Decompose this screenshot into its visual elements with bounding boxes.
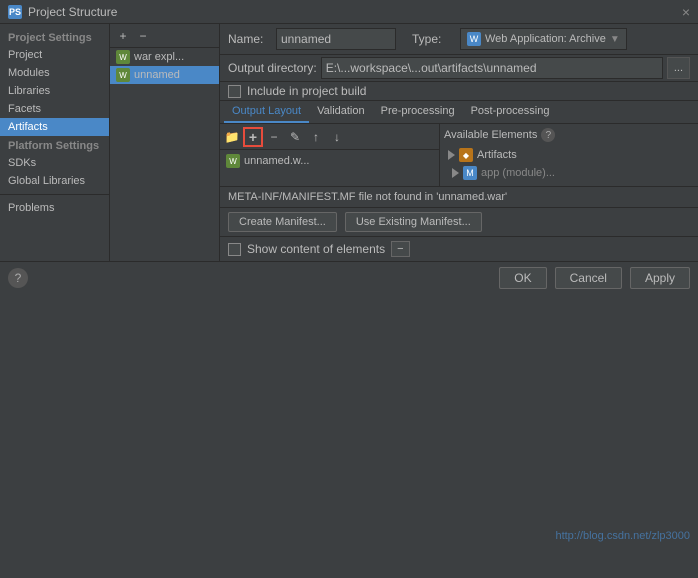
ok-button[interactable]: OK xyxy=(499,267,546,289)
platform-settings-title: Platform Settings xyxy=(0,136,109,154)
close-button[interactable]: × xyxy=(682,5,690,19)
title-bar: PS Project Structure × xyxy=(0,0,698,24)
tab-validation[interactable]: Validation xyxy=(309,101,373,123)
app-module-icon: M xyxy=(463,166,477,180)
sidebar-item-libraries[interactable]: Libraries xyxy=(0,82,109,100)
output-area: 📁 + − ✎ ↑ ↓ W unnamed.w... xyxy=(220,124,698,186)
show-content-label: Show content of elements xyxy=(247,242,385,256)
project-settings-title: Project Settings xyxy=(0,28,109,46)
available-elements-panel: Available Elements ? ◆ Artifacts M app (… xyxy=(440,124,698,186)
artifacts-expand-icon xyxy=(448,150,455,160)
watermark: http://blog.csdn.net/zlp3000 xyxy=(555,530,690,542)
warning-row: META-INF/MANIFEST.MF file not found in '… xyxy=(220,186,698,207)
bottom-bar: ? OK Cancel Apply xyxy=(0,261,698,293)
sidebar-item-problems[interactable]: Problems xyxy=(0,199,109,217)
app-icon: PS xyxy=(8,5,22,19)
apply-button[interactable]: Apply xyxy=(630,267,690,289)
title-bar-text: Project Structure xyxy=(28,5,117,19)
type-value: Web Application: Archive xyxy=(485,33,606,45)
type-dropdown[interactable]: W Web Application: Archive ▼ xyxy=(460,28,627,50)
cancel-button[interactable]: Cancel xyxy=(555,267,622,289)
sidebar-item-global-libraries[interactable]: Global Libraries xyxy=(0,172,109,190)
output-remove-btn[interactable]: − xyxy=(264,127,284,147)
output-files-list: W unnamed.w... xyxy=(220,150,439,186)
tab-output-layout[interactable]: Output Layout xyxy=(224,101,309,123)
sidebar-item-modules[interactable]: Modules xyxy=(0,64,109,82)
name-type-row: Name: Type: W Web Application: Archive ▼ xyxy=(220,24,698,55)
type-icon: W xyxy=(467,32,481,46)
artifacts-icon: ◆ xyxy=(459,148,473,162)
tab-preprocessing[interactable]: Pre-processing xyxy=(373,101,463,123)
output-dir-row: Output directory: ... xyxy=(220,55,698,82)
output-up-btn[interactable]: ↑ xyxy=(306,127,326,147)
war-exploded-icon: W xyxy=(116,50,130,64)
output-edit-btn[interactable]: ✎ xyxy=(285,127,305,147)
output-add-btn[interactable]: + xyxy=(243,127,263,147)
browse-button[interactable]: ... xyxy=(667,57,690,79)
include-checkbox[interactable] xyxy=(228,85,241,98)
unnamed-icon: W xyxy=(116,68,130,82)
avail-artifacts-label: Artifacts xyxy=(477,149,517,161)
show-content-row: Show content of elements − xyxy=(220,236,698,261)
tabs-row: Output Layout Validation Pre-processing … xyxy=(220,101,698,124)
available-elements-header: Available Elements ? xyxy=(444,128,694,142)
artifacts-tree: + − W war expl... W unnamed xyxy=(110,24,220,261)
include-label: Include in project build xyxy=(247,84,366,98)
avail-item-app-module[interactable]: M app (module)... xyxy=(444,164,694,182)
tab-postprocessing[interactable]: Post-processing xyxy=(463,101,558,123)
main-panel: Project Settings Project Modules Librari… xyxy=(0,24,698,261)
tree-toolbar: + − xyxy=(110,24,219,48)
remove-artifact-button[interactable]: − xyxy=(134,27,152,45)
war-file-label: unnamed.w... xyxy=(244,155,309,167)
add-artifact-button[interactable]: + xyxy=(114,27,132,45)
app-module-expand-icon xyxy=(452,168,459,178)
name-input[interactable] xyxy=(276,28,396,50)
sidebar-item-project[interactable]: Project xyxy=(0,46,109,64)
left-sidebar: Project Settings Project Modules Librari… xyxy=(0,24,110,261)
output-down-btn[interactable]: ↓ xyxy=(327,127,347,147)
include-row: Include in project build xyxy=(220,82,698,101)
tree-item-unnamed[interactable]: W unnamed xyxy=(110,66,219,84)
show-content-collapse-btn[interactable]: − xyxy=(391,241,409,257)
output-toolbar: 📁 + − ✎ ↑ ↓ xyxy=(220,124,439,150)
avail-item-artifacts[interactable]: ◆ Artifacts xyxy=(444,146,694,164)
avail-app-module-label: app (module)... xyxy=(481,167,555,179)
available-elements-help[interactable]: ? xyxy=(541,128,555,142)
output-dir-input[interactable] xyxy=(321,57,663,79)
tree-item-war-exploded[interactable]: W war expl... xyxy=(110,48,219,66)
show-content-checkbox[interactable] xyxy=(228,243,241,256)
type-dropdown-arrow: ▼ xyxy=(610,34,620,45)
avail-header-label: Available Elements xyxy=(444,129,537,141)
type-label: Type: xyxy=(412,32,452,46)
output-folder-btn[interactable]: 📁 xyxy=(222,127,242,147)
sidebar-item-artifacts[interactable]: Artifacts xyxy=(0,118,109,136)
war-file-icon: W xyxy=(226,154,240,168)
sidebar-item-facets[interactable]: Facets xyxy=(0,100,109,118)
create-manifest-button[interactable]: Create Manifest... xyxy=(228,212,337,232)
warning-text: META-INF/MANIFEST.MF file not found in '… xyxy=(228,191,507,203)
use-existing-manifest-button[interactable]: Use Existing Manifest... xyxy=(345,212,482,232)
bottom-right-buttons: OK Cancel Apply xyxy=(499,267,690,289)
help-button[interactable]: ? xyxy=(8,268,28,288)
inner-layout: + − W war expl... W unnamed Name: Type: … xyxy=(110,24,698,261)
unnamed-label: unnamed xyxy=(134,69,180,81)
name-label: Name: xyxy=(228,32,268,46)
output-file-unnamed-war[interactable]: W unnamed.w... xyxy=(222,152,437,170)
manifest-row: Create Manifest... Use Existing Manifest… xyxy=(220,207,698,236)
sidebar-item-sdks[interactable]: SDKs xyxy=(0,154,109,172)
tree-item-label: war expl... xyxy=(134,51,184,63)
details-panel: Name: Type: W Web Application: Archive ▼… xyxy=(220,24,698,261)
output-dir-label: Output directory: xyxy=(228,61,317,75)
output-file-tree: 📁 + − ✎ ↑ ↓ W unnamed.w... xyxy=(220,124,440,186)
